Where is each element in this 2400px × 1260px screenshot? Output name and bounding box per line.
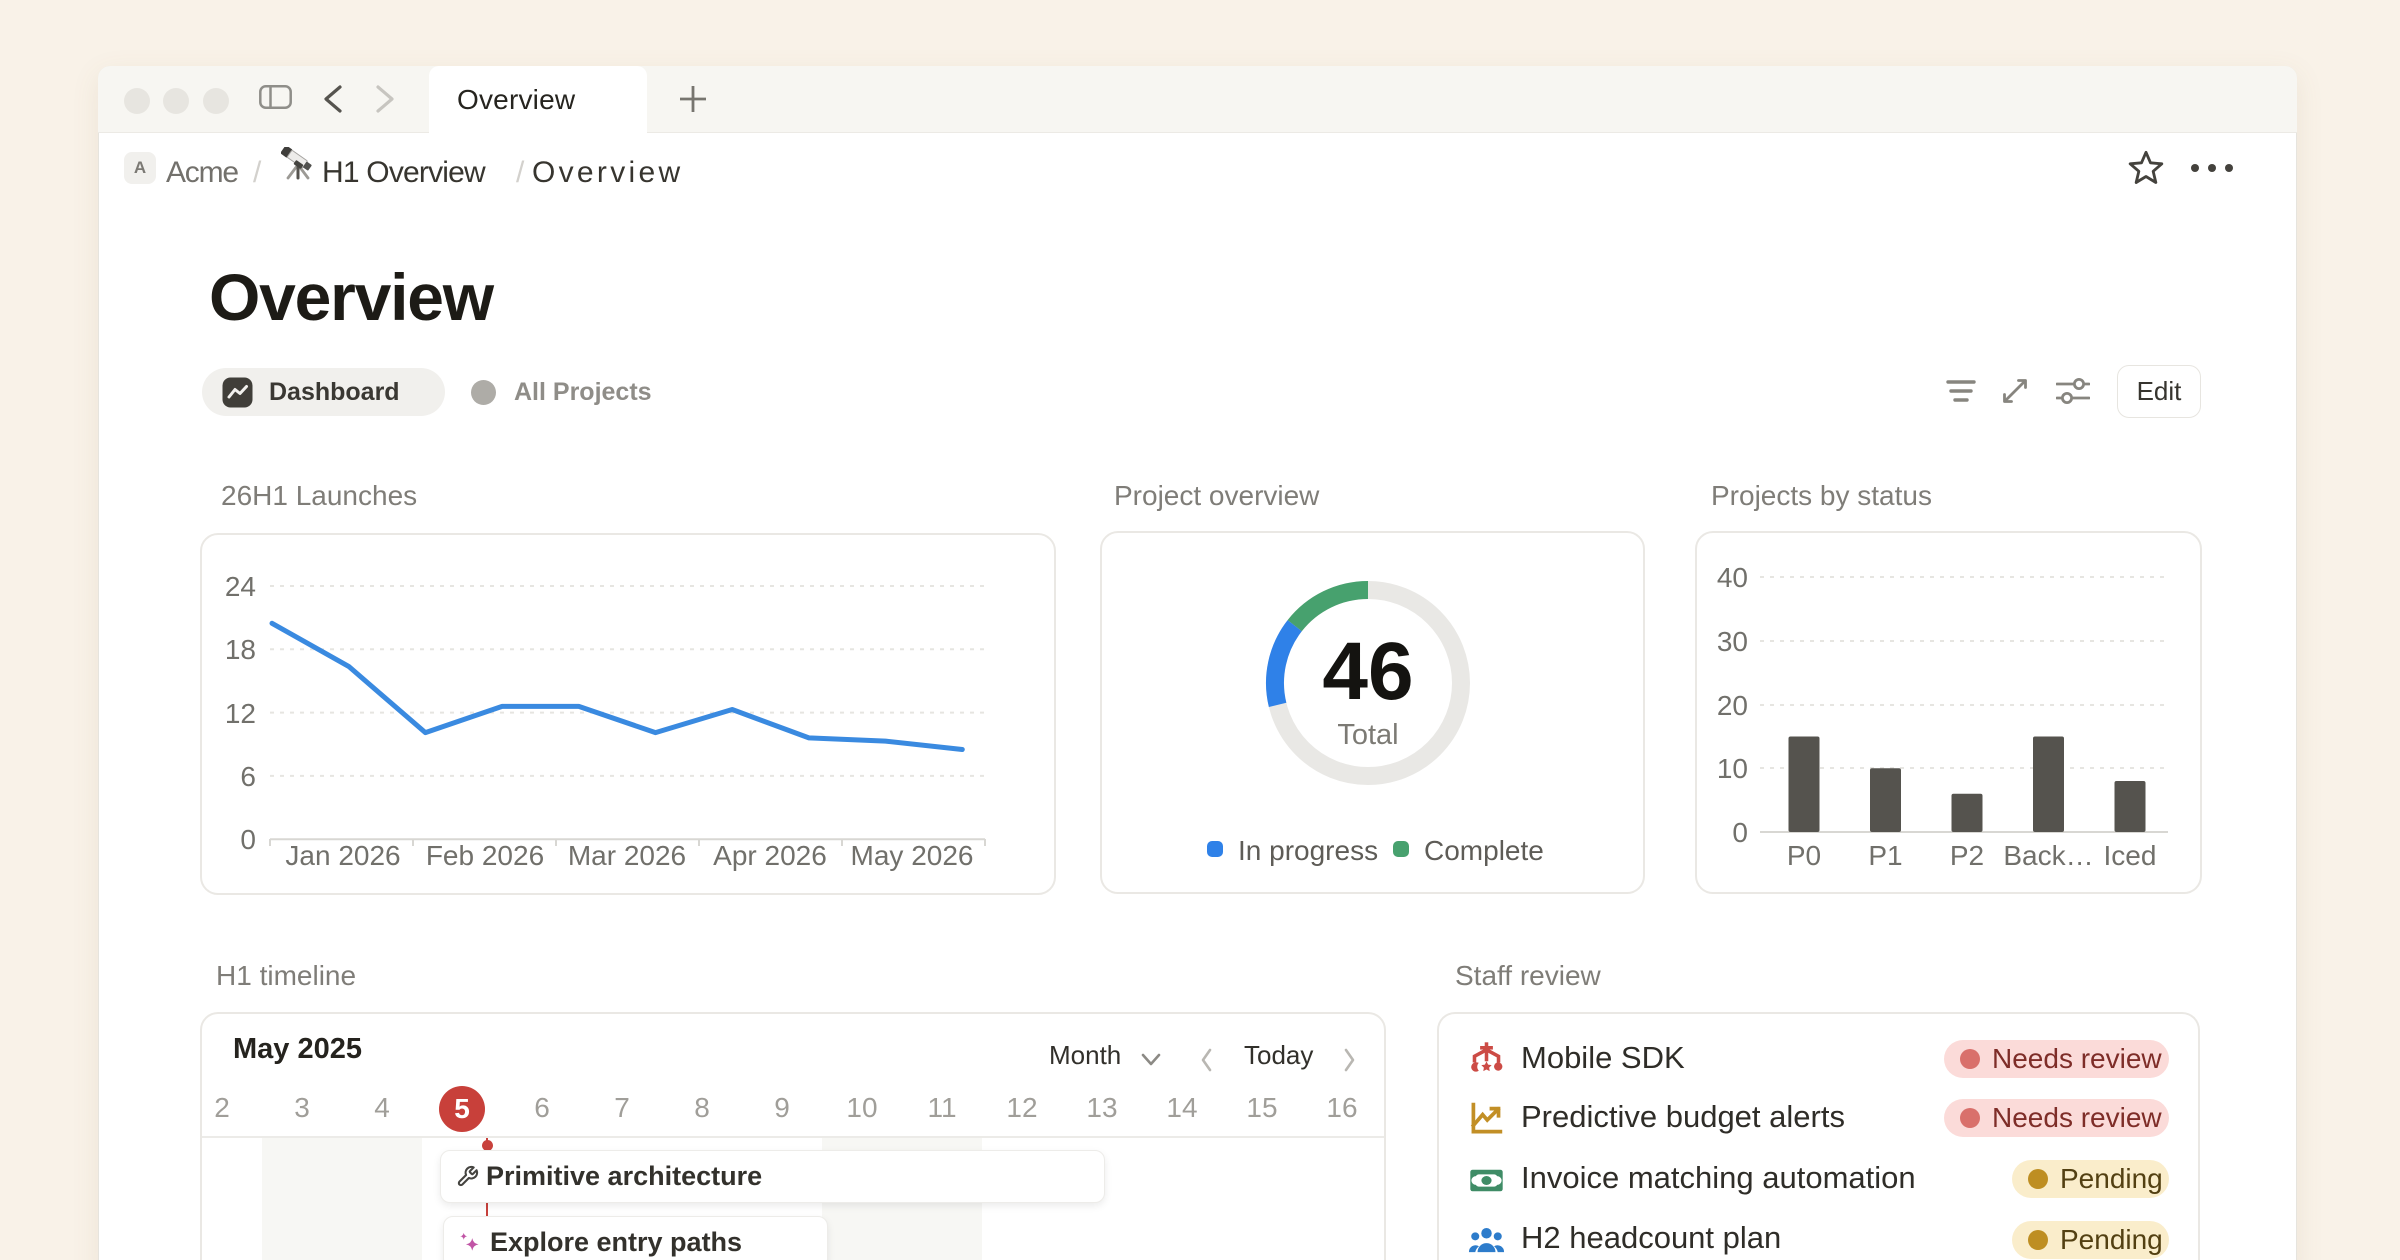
svg-text:Apr 2026: Apr 2026 [713,840,827,871]
svg-text:P0: P0 [1787,840,1821,871]
svg-text:40: 40 [1717,562,1748,593]
svg-text:P1: P1 [1868,840,1902,871]
svg-text:Mar 2026: Mar 2026 [568,840,686,871]
svg-text:Jan 2026: Jan 2026 [285,840,400,871]
svg-text:Iced: Iced [2104,840,2157,871]
svg-text:6: 6 [240,761,256,792]
svg-text:May 2026: May 2026 [851,840,974,871]
svg-text:P2: P2 [1950,840,1984,871]
svg-text:18: 18 [225,634,256,665]
svg-text:30: 30 [1717,626,1748,657]
svg-text:24: 24 [225,571,256,602]
svg-text:12: 12 [225,698,256,729]
svg-text:Back…: Back… [2003,840,2093,871]
svg-text:10: 10 [1717,753,1748,784]
svg-text:0: 0 [1732,817,1748,848]
svg-text:Feb 2026: Feb 2026 [426,840,544,871]
svg-text:0: 0 [240,824,256,855]
svg-text:20: 20 [1717,690,1748,721]
